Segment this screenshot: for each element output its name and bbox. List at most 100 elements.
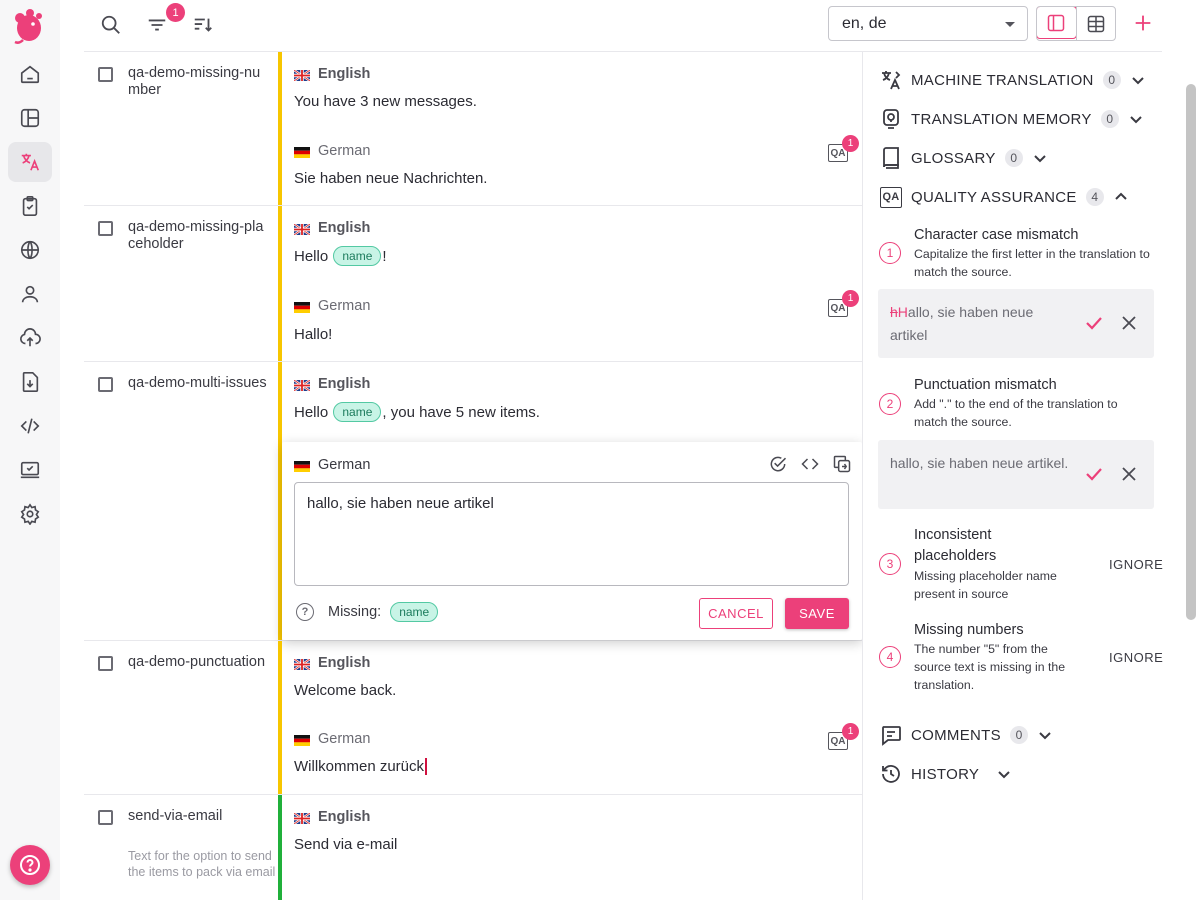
qa-icon: QA <box>879 185 903 209</box>
translations-cell: English Welcome back. German Willkommen … <box>278 641 862 794</box>
machine-translation-header[interactable]: MACHINE TRANSLATION 0 <box>879 68 1145 92</box>
issue-title: Inconsistent placeholders <box>914 527 997 564</box>
nav-tasks[interactable] <box>8 186 52 226</box>
de-flag-icon <box>294 734 310 746</box>
uk-flag-icon <box>293 68 311 82</box>
ignore-button[interactable]: IGNORE <box>1109 650 1163 665</box>
target-language-label: German <box>318 143 371 159</box>
row-checkbox[interactable] <box>98 377 113 392</box>
globe-icon <box>20 240 40 260</box>
add-key-button[interactable] <box>1128 8 1158 38</box>
target-text[interactable]: Sie haben neue Nachrichten. <box>294 170 487 187</box>
save-button[interactable]: SAVE <box>785 598 849 629</box>
source-text[interactable]: Hello name, you have 5 new items. <box>294 402 540 422</box>
target-language: German <box>294 298 370 314</box>
uk-flag-icon <box>293 811 311 825</box>
comment-icon <box>879 723 903 747</box>
key-cell[interactable]: qa-demo-punctuation <box>84 641 278 794</box>
nav-members[interactable] <box>8 274 52 314</box>
qa-indicator[interactable]: QA 1 <box>828 290 859 317</box>
cancel-button[interactable]: CANCEL <box>699 598 773 629</box>
qa-indicator[interactable]: QA 1 <box>828 135 859 162</box>
nav-translations[interactable] <box>8 142 52 182</box>
uk-flag-icon <box>293 378 311 392</box>
nav-home[interactable] <box>8 54 52 94</box>
table-row: send-via-email Text for the option to se… <box>84 795 862 900</box>
search-button[interactable] <box>96 10 126 40</box>
mark-reviewed-button[interactable] <box>768 454 788 474</box>
placeholder-chip: name <box>333 246 382 266</box>
missing-label: Missing: <box>328 604 382 620</box>
app-logo[interactable] <box>13 8 47 44</box>
row-checkbox[interactable] <box>98 656 113 671</box>
placeholder-chip[interactable]: name <box>390 602 439 622</box>
history-header[interactable]: HISTORY <box>879 762 1011 786</box>
row-checkbox[interactable] <box>98 810 113 825</box>
section-count: 4 <box>1085 188 1104 206</box>
target-text[interactable]: Hallo! <box>294 326 332 343</box>
table-icon <box>1087 15 1104 32</box>
source-text[interactable]: You have 3 new messages. <box>294 93 477 110</box>
source-language-label: English <box>318 809 371 825</box>
target-text[interactable]: Willkommen zurück <box>294 758 428 775</box>
key-cell[interactable]: qa-demo-missing-number <box>84 52 278 205</box>
source-text[interactable]: Welcome back. <box>294 682 396 699</box>
language-select[interactable]: en, de <box>828 6 1028 41</box>
target-language: German <box>294 143 370 159</box>
list-view-button[interactable] <box>1037 7 1077 39</box>
glossary-header[interactable]: GLOSSARY 0 <box>879 146 1047 170</box>
row-checkbox[interactable] <box>98 221 113 236</box>
chevron-down-icon <box>1033 151 1047 165</box>
help-button[interactable] <box>10 845 50 885</box>
text-segment: Hello <box>294 403 333 421</box>
editor-actions <box>768 454 852 474</box>
sort-button[interactable] <box>188 10 218 40</box>
book-icon <box>879 146 903 170</box>
accept-suggestion-button[interactable] <box>1084 464 1104 487</box>
section-count: 0 <box>1102 71 1121 89</box>
nav-developer[interactable] <box>8 406 52 446</box>
panel-scrollbar[interactable] <box>1186 84 1196 620</box>
check-icon <box>1086 317 1102 330</box>
code-view-button[interactable] <box>800 454 820 474</box>
translation-memory-header[interactable]: TRANSLATION MEMORY 0 <box>879 107 1143 131</box>
target-language-label: German <box>318 298 371 314</box>
nav-import[interactable] <box>8 318 52 358</box>
accept-suggestion-button[interactable] <box>1084 313 1104 336</box>
nav-activity[interactable] <box>8 450 52 490</box>
text-segment: , you have 5 new items. <box>382 403 540 421</box>
filter-icon <box>148 19 166 31</box>
table-row: qa-demo-missing-placeholder English Hell… <box>84 206 862 362</box>
table-row: qa-demo-punctuation English Welcome back… <box>84 641 862 795</box>
row-checkbox[interactable] <box>98 67 113 82</box>
key-cell[interactable]: send-via-email Text for the option to se… <box>84 795 278 900</box>
translation-input[interactable]: hallo, sie haben neue artikel <box>294 482 849 586</box>
caret-down-icon <box>1005 22 1015 27</box>
comments-header[interactable]: COMMENTS 0 <box>879 723 1052 747</box>
section-label: MACHINE TRANSLATION <box>911 71 1094 89</box>
nav-export[interactable] <box>8 362 52 402</box>
dismiss-suggestion-button[interactable] <box>1120 314 1138 335</box>
issue-number: 1 <box>879 242 901 264</box>
translations-cell: English Hello name! German Hallo! QA 1 <box>278 206 862 361</box>
key-cell[interactable]: qa-demo-missing-placeholder <box>84 206 278 361</box>
source-text[interactable]: Send via e-mail <box>294 836 397 853</box>
file-download-icon <box>22 372 39 392</box>
nav-settings[interactable] <box>8 494 52 534</box>
nav-languages[interactable] <box>8 230 52 270</box>
dismiss-suggestion-button[interactable] <box>1120 465 1138 486</box>
qa-indicator[interactable]: QA 1 <box>828 723 859 750</box>
quality-assurance-header[interactable]: QA QUALITY ASSURANCE 4 <box>879 185 1128 209</box>
translations-cell: English You have 3 new messages. German … <box>278 52 862 205</box>
table-view-button[interactable] <box>1075 7 1116 40</box>
nav-dashboard[interactable] <box>8 98 52 138</box>
help-icon[interactable]: ? <box>296 603 314 621</box>
key-cell[interactable]: qa-demo-multi-issues <box>84 362 278 640</box>
translation-editor: German hallo, sie haben neue artikel ? M… <box>282 442 862 640</box>
source-text[interactable]: Hello name! <box>294 246 387 266</box>
issue-number: 3 <box>879 553 901 575</box>
key-name: qa-demo-multi-issues <box>128 375 267 391</box>
filter-button[interactable]: 1 <box>142 3 185 40</box>
copy-source-button[interactable] <box>832 454 852 474</box>
ignore-button[interactable]: IGNORE <box>1109 557 1163 572</box>
